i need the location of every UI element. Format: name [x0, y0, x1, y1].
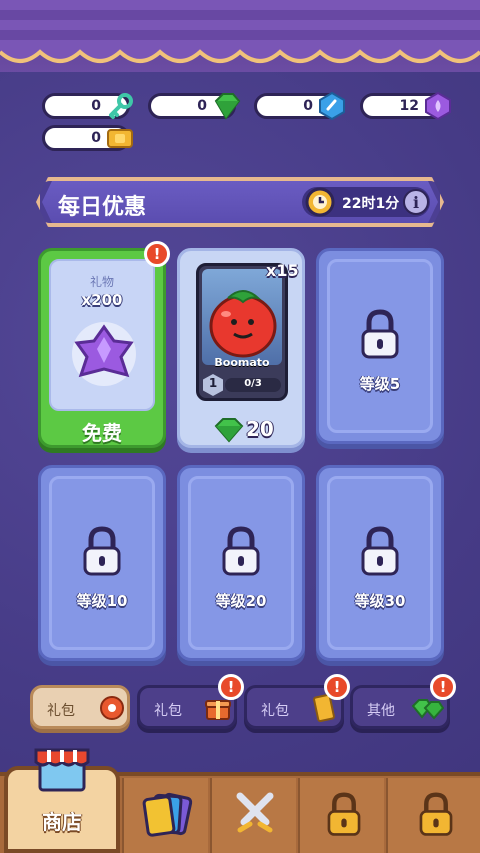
- key-count: 0: [91, 98, 101, 114]
- flower-badge-icon: [100, 696, 124, 720]
- cards-icon: [142, 792, 193, 837]
- tab-alert: !: [430, 674, 456, 700]
- gift-amount: x200: [81, 291, 123, 309]
- info-icon[interactable]: i: [402, 188, 430, 216]
- hero-name: Boomato: [214, 356, 270, 369]
- gift-label: 礼物: [89, 275, 114, 289]
- hero-level: 1: [208, 376, 218, 390]
- free-button-label: 免费: [82, 421, 122, 445]
- free-gift-card[interactable]: 礼物 x200 免费: [38, 248, 166, 448]
- gem-counter[interactable]: 0: [148, 93, 241, 120]
- tomato-hero-icon: [209, 290, 277, 358]
- hero-card-frame: Boomato 1 0/3: [196, 263, 288, 401]
- nav-battle[interactable]: [210, 778, 296, 853]
- locked-slot-label: 等级5: [359, 375, 401, 393]
- ticket-counter[interactable]: 0: [42, 125, 133, 151]
- locked-slot-label: 等级30: [354, 592, 406, 610]
- lock-icon: [327, 792, 361, 836]
- key-icon: [109, 93, 133, 119]
- shop-stall-icon: [34, 748, 90, 792]
- lock-icon: [361, 309, 399, 359]
- nav-locked-2[interactable]: [386, 778, 480, 853]
- deal-price: 20: [246, 417, 274, 441]
- purple-count: 12: [399, 98, 419, 114]
- nav-locked-1[interactable]: [298, 778, 384, 853]
- daily-deals-title: 每日优惠: [58, 195, 147, 220]
- key-counter[interactable]: 0: [42, 93, 133, 119]
- awning-stripes: [0, 0, 480, 50]
- shop-awning: [0, 0, 480, 72]
- free-gift-panel: 礼物 x200: [49, 259, 155, 411]
- gold-ticket-icon: [107, 129, 133, 148]
- tab-alert: !: [324, 674, 350, 700]
- nav-cards[interactable]: [122, 778, 208, 853]
- price-gem-icon: [214, 418, 244, 443]
- ticket-count: 0: [91, 130, 101, 146]
- tab-label: 礼包: [47, 703, 75, 719]
- locked-slot-level10[interactable]: 等级10: [38, 465, 166, 661]
- locked-slot-label: 等级20: [215, 592, 267, 610]
- free-gift-alert: !: [144, 241, 170, 267]
- clock-icon: [305, 187, 335, 217]
- lock-icon: [222, 526, 260, 576]
- awning-scallops: [0, 44, 480, 63]
- tab-label: 其他: [367, 703, 395, 719]
- purple-counter[interactable]: 12: [360, 91, 451, 121]
- lock-icon: [83, 526, 121, 576]
- tab-label: 礼包: [154, 703, 182, 719]
- locked-slot-level20[interactable]: 等级20: [177, 465, 305, 661]
- tab-gift-pack-1[interactable]: 礼包: [30, 685, 130, 729]
- locked-slot-label: 等级10: [76, 592, 128, 610]
- blue-crystal-icon: [319, 91, 345, 121]
- nav-shop-label: 商店: [42, 810, 82, 834]
- crossed-swords-icon: [236, 792, 274, 833]
- lock-icon: [361, 526, 399, 576]
- lock-icon: [419, 792, 453, 836]
- hero-quantity: x15: [266, 261, 299, 280]
- tab-label: 礼包: [261, 703, 289, 719]
- crystal-count: 0: [303, 98, 313, 114]
- tab-alert: !: [218, 674, 244, 700]
- purple-flower-gem-icon: [72, 322, 136, 386]
- locked-slot-level30[interactable]: 等级30: [316, 465, 444, 661]
- hero-deal-card[interactable]: Boomato 1 0/3 x15 20: [177, 248, 305, 448]
- hero-progress: 0/3: [244, 378, 262, 389]
- crystal-counter[interactable]: 0: [254, 91, 345, 121]
- locked-slot-level5[interactable]: 等级5: [316, 248, 444, 444]
- purple-crystal-icon: [425, 91, 451, 121]
- refresh-timer: 22时1分: [342, 196, 400, 212]
- green-gem-icon: [214, 93, 241, 120]
- gem-count: 0: [197, 98, 207, 114]
- svg-text:i: i: [413, 193, 419, 212]
